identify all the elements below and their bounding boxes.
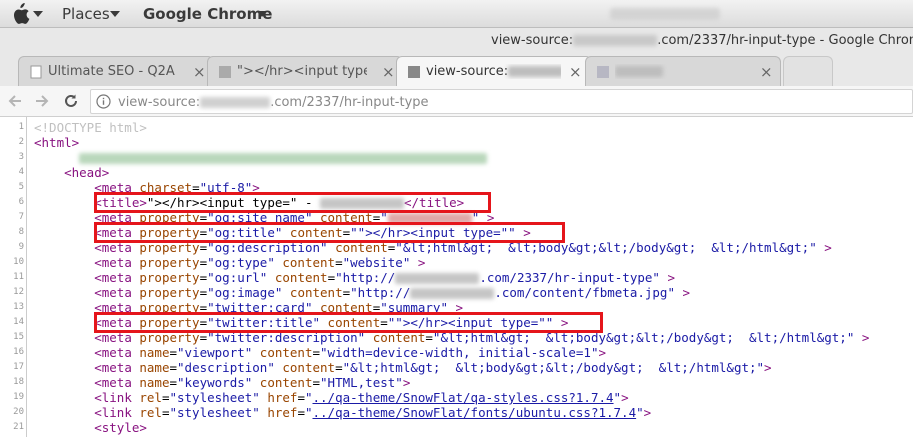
close-icon[interactable]: ×: [569, 63, 582, 81]
blurred-comment: [79, 153, 488, 164]
tab-ultimate-seo[interactable]: Ultimate SEO - Q2A U ×: [18, 56, 214, 86]
source-line: 11 <meta property="og:url" content="http…: [13, 270, 675, 285]
apple-icon[interactable]: [10, 3, 30, 25]
tab-strip: Ultimate SEO - Q2A U × "></hr><input typ…: [0, 52, 913, 87]
clock-blurred: [610, 8, 720, 20]
source-line: 21 <style>: [13, 420, 147, 435]
reload-icon[interactable]: [62, 92, 80, 110]
system-top-bar: Places Google Chrome: [0, 0, 913, 28]
source-view: 1 <!DOCTYPE html> 2 <html> 3 4 <head> 5 …: [0, 117, 913, 437]
info-icon[interactable]: [96, 94, 111, 109]
source-line: 10 <meta property="og:type" content="web…: [13, 255, 426, 270]
source-line: 12 <meta property="og:image" content="ht…: [13, 285, 691, 300]
source-line: 19 <link rel="stylesheet" href="../qa-th…: [13, 390, 629, 405]
chevron-down-icon: [110, 11, 120, 17]
site-icon: [597, 66, 609, 78]
source-line: 5 <meta charset="utf-8">: [18, 180, 260, 195]
app-menu[interactable]: Google Chrome: [143, 5, 272, 23]
source-line: 7 <meta property="og:site_name" content=…: [18, 210, 495, 225]
source-line: 20 <link rel="stylesheet" href="../qa-th…: [13, 405, 652, 420]
places-menu[interactable]: Places: [62, 5, 110, 23]
source-line: 9 <meta property="og:description" conten…: [18, 240, 832, 255]
chevron-down-icon: [257, 11, 267, 17]
tab-title-input[interactable]: "></hr><input type=" - ×: [207, 56, 403, 86]
source-line: 13 <meta property="twitter:card" content…: [13, 300, 464, 315]
window-title: view-source: .com/2337/hr-input-type - Go…: [491, 33, 913, 48]
stylesheet-link[interactable]: ../qa-theme/SnowFlat/fonts/ubuntu.css?1.…: [313, 405, 637, 420]
browser-toolbar: view-source: .com/2337/hr-input-type: [0, 86, 913, 117]
chevron-down-icon: [33, 11, 43, 17]
source-line: 17 <meta name="description" content="&lt…: [13, 360, 772, 375]
forward-arrow-icon[interactable]: [33, 92, 51, 110]
stylesheet-link[interactable]: ../qa-theme/SnowFlat/qa-styles.css?1.7.4: [313, 390, 614, 405]
close-icon[interactable]: ×: [193, 63, 206, 81]
page-icon: [30, 65, 42, 79]
window-title-bar: view-source: .com/2337/hr-input-type - Go…: [0, 28, 913, 52]
source-line: 16 <meta name="viewport" content="width=…: [13, 345, 607, 360]
address-bar[interactable]: view-source: .com/2337/hr-input-type: [90, 89, 913, 114]
tab-blurred[interactable]: ×: [585, 56, 781, 86]
site-icon: [219, 66, 231, 78]
url-text: view-source: .com/2337/hr-input-type: [118, 95, 429, 110]
new-tab-button[interactable]: [783, 56, 833, 86]
source-line: 18 <meta name="keywords" content="HTML,t…: [13, 375, 411, 390]
back-arrow-icon[interactable]: [6, 92, 24, 110]
source-line: 3: [0, 150, 488, 165]
source-line: 2 <html>: [18, 135, 80, 150]
close-icon[interactable]: ×: [382, 63, 395, 81]
source-line: 6 <title>"></hr><input type=" - </title>: [18, 195, 465, 210]
source-line: 14 <meta property="twitter:title" conten…: [13, 315, 569, 330]
source-line: 8 <meta property="og:title" content=""><…: [18, 225, 531, 240]
source-line: 4 <head>: [18, 165, 110, 180]
source-line: 15 <meta property="twitter:description" …: [13, 330, 870, 345]
tab-view-source[interactable]: view-source: ×: [396, 56, 592, 87]
site-icon: [408, 66, 420, 78]
close-icon[interactable]: ×: [760, 63, 773, 81]
source-line: 1 <!DOCTYPE html>: [18, 120, 147, 135]
